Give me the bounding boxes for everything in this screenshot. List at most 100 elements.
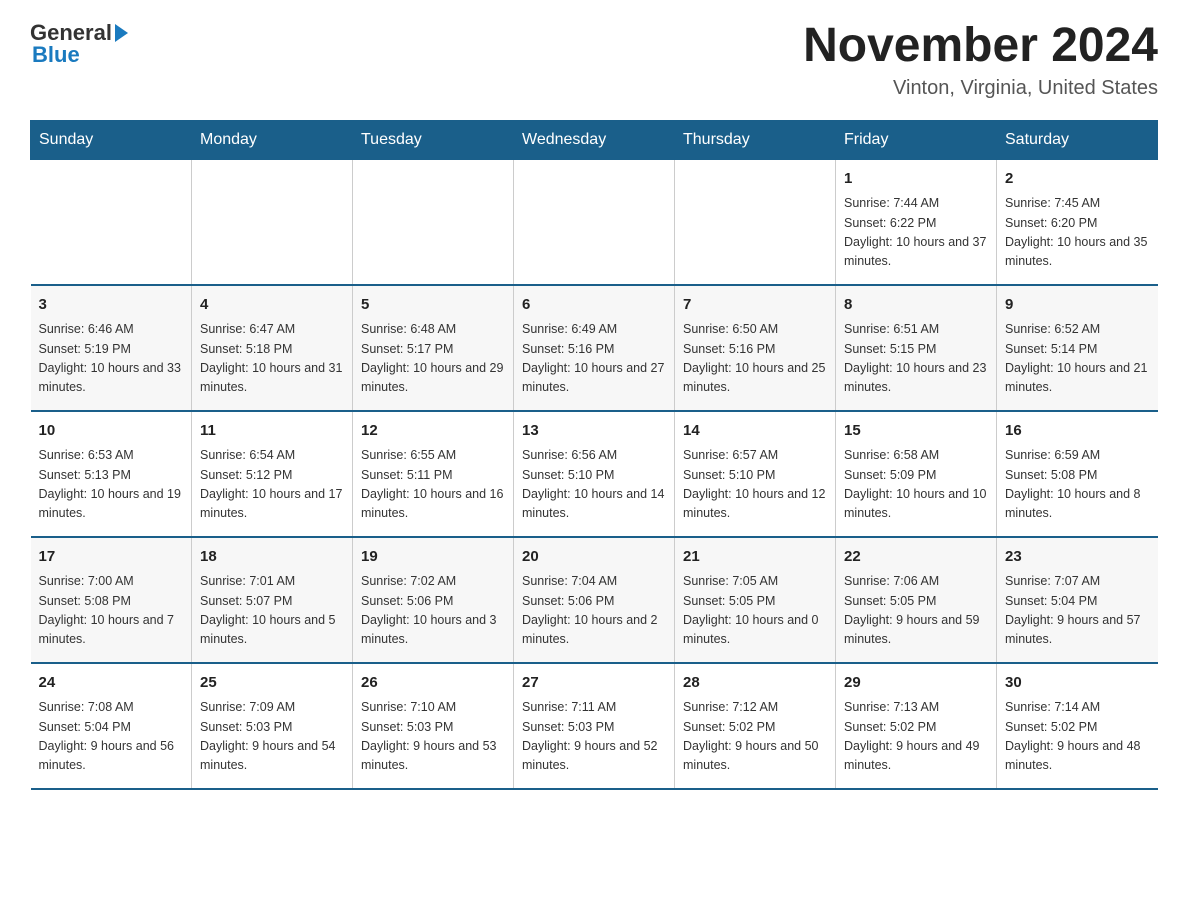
calendar-table: SundayMondayTuesdayWednesdayThursdayFrid… [30, 120, 1158, 790]
calendar-cell: 5Sunrise: 6:48 AMSunset: 5:17 PMDaylight… [353, 285, 514, 411]
day-info: Sunrise: 6:47 AMSunset: 5:18 PMDaylight:… [200, 320, 344, 398]
weekday-header-tuesday: Tuesday [353, 120, 514, 159]
day-info: Sunrise: 7:13 AMSunset: 5:02 PMDaylight:… [844, 698, 988, 776]
calendar-week-5: 24 Sunrise: 7:08 AMSunset: 5:04 PMDayligh… [31, 663, 1158, 789]
calendar-cell: 25 Sunrise: 7:09 AMSunset: 5:03 PMDayligh… [192, 663, 353, 789]
day-info: Sunrise: 7:10 AMSunset: 5:03 PMDaylight:… [361, 698, 505, 776]
calendar-cell: 28 Sunrise: 7:12 AMSunset: 5:02 PMDayligh… [675, 663, 836, 789]
calendar-cell: 15Sunrise: 6:58 AMSunset: 5:09 PMDayligh… [836, 411, 997, 537]
day-info: Sunrise: 6:50 AMSunset: 5:16 PMDaylight:… [683, 320, 827, 398]
calendar-cell: 24 Sunrise: 7:08 AMSunset: 5:04 PMDayligh… [31, 663, 192, 789]
calendar-week-3: 10Sunrise: 6:53 AMSunset: 5:13 PMDayligh… [31, 411, 1158, 537]
day-info: Sunrise: 7:00 AMSunset: 5:08 PMDaylight:… [39, 572, 184, 650]
weekday-header-friday: Friday [836, 120, 997, 159]
calendar-cell: 21 Sunrise: 7:05 AMSunset: 5:05 PMDayligh… [675, 537, 836, 663]
day-number: 12 [361, 420, 505, 443]
day-number: 6 [522, 294, 666, 317]
day-info: Sunrise: 7:45 AMSunset: 6:20 PMDaylight:… [1005, 194, 1150, 272]
day-info: Sunrise: 6:55 AMSunset: 5:11 PMDaylight:… [361, 446, 505, 524]
calendar-cell: 1 Sunrise: 7:44 AMSunset: 6:22 PMDaylight… [836, 159, 997, 285]
day-number: 24 [39, 672, 184, 695]
calendar-cell: 9 Sunrise: 6:52 AMSunset: 5:14 PMDaylight… [997, 285, 1158, 411]
day-info: Sunrise: 7:08 AMSunset: 5:04 PMDaylight:… [39, 698, 184, 776]
calendar-cell: 11 Sunrise: 6:54 AMSunset: 5:12 PMDayligh… [192, 411, 353, 537]
calendar-cell: 29 Sunrise: 7:13 AMSunset: 5:02 PMDayligh… [836, 663, 997, 789]
day-info: Sunrise: 6:54 AMSunset: 5:12 PMDaylight:… [200, 446, 344, 524]
calendar-cell: 6Sunrise: 6:49 AMSunset: 5:16 PMDaylight… [514, 285, 675, 411]
calendar-cell: 18 Sunrise: 7:01 AMSunset: 5:07 PMDayligh… [192, 537, 353, 663]
day-info: Sunrise: 6:51 AMSunset: 5:15 PMDaylight:… [844, 320, 988, 398]
day-info: Sunrise: 7:09 AMSunset: 5:03 PMDaylight:… [200, 698, 344, 776]
day-number: 1 [844, 168, 988, 191]
calendar-cell: 7 Sunrise: 6:50 AMSunset: 5:16 PMDaylight… [675, 285, 836, 411]
day-number: 4 [200, 294, 344, 317]
day-number: 29 [844, 672, 988, 695]
day-info: Sunrise: 7:04 AMSunset: 5:06 PMDaylight:… [522, 572, 666, 650]
day-info: Sunrise: 7:01 AMSunset: 5:07 PMDaylight:… [200, 572, 344, 650]
calendar-cell: 4 Sunrise: 6:47 AMSunset: 5:18 PMDaylight… [192, 285, 353, 411]
day-number: 7 [683, 294, 827, 317]
calendar-cell: 14 Sunrise: 6:57 AMSunset: 5:10 PMDayligh… [675, 411, 836, 537]
calendar-cell: 30 Sunrise: 7:14 AMSunset: 5:02 PMDayligh… [997, 663, 1158, 789]
logo-blue-text: Blue [30, 42, 80, 68]
month-title: November 2024 [803, 20, 1158, 73]
day-info: Sunrise: 7:11 AMSunset: 5:03 PMDaylight:… [522, 698, 666, 776]
day-number: 2 [1005, 168, 1150, 191]
calendar-cell [31, 159, 192, 285]
calendar-cell: 13 Sunrise: 6:56 AMSunset: 5:10 PMDayligh… [514, 411, 675, 537]
day-info: Sunrise: 6:56 AMSunset: 5:10 PMDaylight:… [522, 446, 666, 524]
calendar-cell: 2 Sunrise: 7:45 AMSunset: 6:20 PMDaylight… [997, 159, 1158, 285]
day-number: 30 [1005, 672, 1150, 695]
calendar-week-2: 3Sunrise: 6:46 AMSunset: 5:19 PMDaylight… [31, 285, 1158, 411]
day-number: 25 [200, 672, 344, 695]
day-info: Sunrise: 6:57 AMSunset: 5:10 PMDaylight:… [683, 446, 827, 524]
calendar-cell: 12 Sunrise: 6:55 AMSunset: 5:11 PMDayligh… [353, 411, 514, 537]
day-info: Sunrise: 6:59 AMSunset: 5:08 PMDaylight:… [1005, 446, 1150, 524]
day-info: Sunrise: 6:46 AMSunset: 5:19 PMDaylight:… [39, 320, 184, 398]
day-info: Sunrise: 7:12 AMSunset: 5:02 PMDaylight:… [683, 698, 827, 776]
day-number: 21 [683, 546, 827, 569]
day-number: 16 [1005, 420, 1150, 443]
day-number: 19 [361, 546, 505, 569]
day-number: 20 [522, 546, 666, 569]
calendar-cell: 10Sunrise: 6:53 AMSunset: 5:13 PMDayligh… [31, 411, 192, 537]
day-info: Sunrise: 7:06 AMSunset: 5:05 PMDaylight:… [844, 572, 988, 650]
day-info: Sunrise: 7:44 AMSunset: 6:22 PMDaylight:… [844, 194, 988, 272]
day-info: Sunrise: 7:05 AMSunset: 5:05 PMDaylight:… [683, 572, 827, 650]
day-number: 9 [1005, 294, 1150, 317]
day-number: 11 [200, 420, 344, 443]
calendar-week-4: 17 Sunrise: 7:00 AMSunset: 5:08 PMDayligh… [31, 537, 1158, 663]
day-number: 18 [200, 546, 344, 569]
calendar-week-1: 1 Sunrise: 7:44 AMSunset: 6:22 PMDaylight… [31, 159, 1158, 285]
calendar-cell [353, 159, 514, 285]
day-number: 8 [844, 294, 988, 317]
calendar-cell [675, 159, 836, 285]
weekday-header-wednesday: Wednesday [514, 120, 675, 159]
day-number: 28 [683, 672, 827, 695]
calendar-cell: 19Sunrise: 7:02 AMSunset: 5:06 PMDayligh… [353, 537, 514, 663]
day-number: 14 [683, 420, 827, 443]
calendar-body: 1 Sunrise: 7:44 AMSunset: 6:22 PMDaylight… [31, 159, 1158, 789]
weekday-header-sunday: Sunday [31, 120, 192, 159]
location-subtitle: Vinton, Virginia, United States [803, 77, 1158, 100]
day-info: Sunrise: 6:52 AMSunset: 5:14 PMDaylight:… [1005, 320, 1150, 398]
calendar-cell: 26 Sunrise: 7:10 AMSunset: 5:03 PMDayligh… [353, 663, 514, 789]
header-row: SundayMondayTuesdayWednesdayThursdayFrid… [31, 120, 1158, 159]
calendar-cell [192, 159, 353, 285]
day-number: 23 [1005, 546, 1150, 569]
calendar-cell: 27Sunrise: 7:11 AMSunset: 5:03 PMDayligh… [514, 663, 675, 789]
calendar-cell: 22Sunrise: 7:06 AMSunset: 5:05 PMDayligh… [836, 537, 997, 663]
logo-arrow-icon [115, 24, 128, 42]
day-number: 13 [522, 420, 666, 443]
weekday-header-monday: Monday [192, 120, 353, 159]
calendar-cell [514, 159, 675, 285]
day-number: 26 [361, 672, 505, 695]
calendar-cell: 3Sunrise: 6:46 AMSunset: 5:19 PMDaylight… [31, 285, 192, 411]
day-info: Sunrise: 7:14 AMSunset: 5:02 PMDaylight:… [1005, 698, 1150, 776]
day-number: 5 [361, 294, 505, 317]
title-block: November 2024 Vinton, Virginia, United S… [803, 20, 1158, 100]
day-info: Sunrise: 6:53 AMSunset: 5:13 PMDaylight:… [39, 446, 184, 524]
day-number: 17 [39, 546, 184, 569]
day-info: Sunrise: 7:07 AMSunset: 5:04 PMDaylight:… [1005, 572, 1150, 650]
weekday-header-thursday: Thursday [675, 120, 836, 159]
